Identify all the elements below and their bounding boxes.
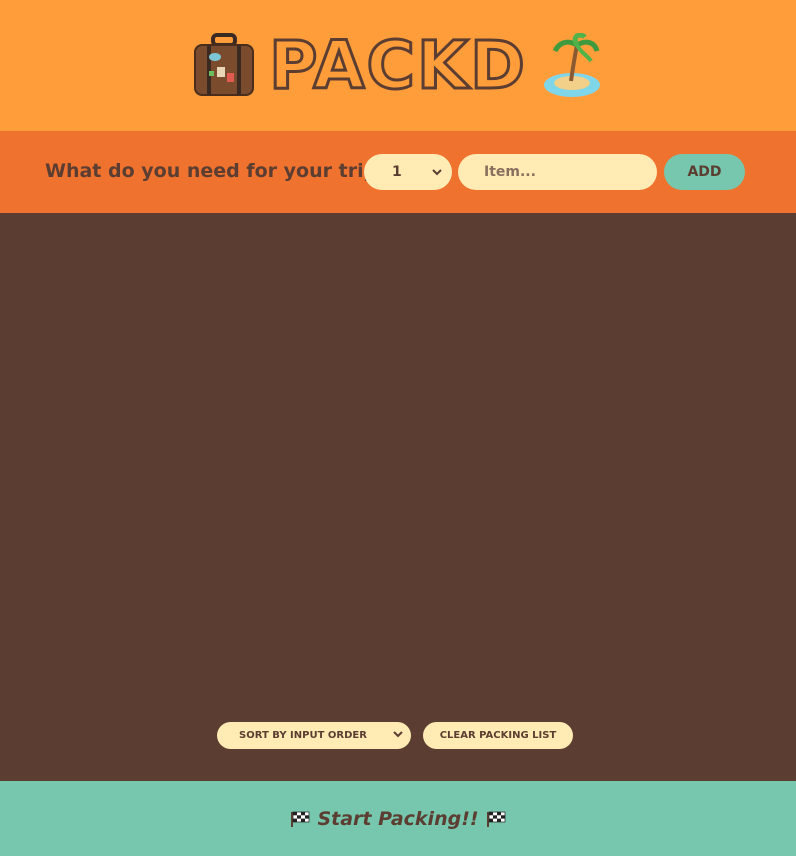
checkered-flag-icon [289, 811, 311, 827]
packing-list: SORT BY INPUT ORDER CLEAR PACKING LIST [0, 213, 796, 781]
sort-select[interactable]: SORT BY INPUT ORDER [217, 722, 411, 749]
checkered-flag-icon [485, 811, 507, 827]
quantity-value: 1 [392, 164, 402, 180]
sort-value: SORT BY INPUT ORDER [239, 730, 367, 741]
chevron-down-icon [432, 164, 442, 180]
suitcase-icon [193, 32, 255, 99]
app-title: PACKD [268, 26, 527, 104]
item-input[interactable]: Item... [458, 154, 657, 190]
add-button[interactable]: ADD [664, 154, 745, 190]
quantity-select[interactable]: 1 [364, 154, 452, 190]
chevron-down-icon [393, 730, 403, 741]
app-header: PACKD [0, 0, 796, 131]
add-item-form: What do you need for your trip? 1 Item..… [0, 131, 796, 213]
stats-footer: Start Packing!! [0, 781, 796, 856]
desert-island-icon [541, 32, 603, 99]
item-placeholder: Item... [484, 164, 536, 180]
form-prompt: What do you need for your trip? [45, 160, 389, 182]
stats-message: Start Packing!! [317, 807, 479, 830]
clear-list-button[interactable]: CLEAR PACKING LIST [423, 722, 573, 749]
